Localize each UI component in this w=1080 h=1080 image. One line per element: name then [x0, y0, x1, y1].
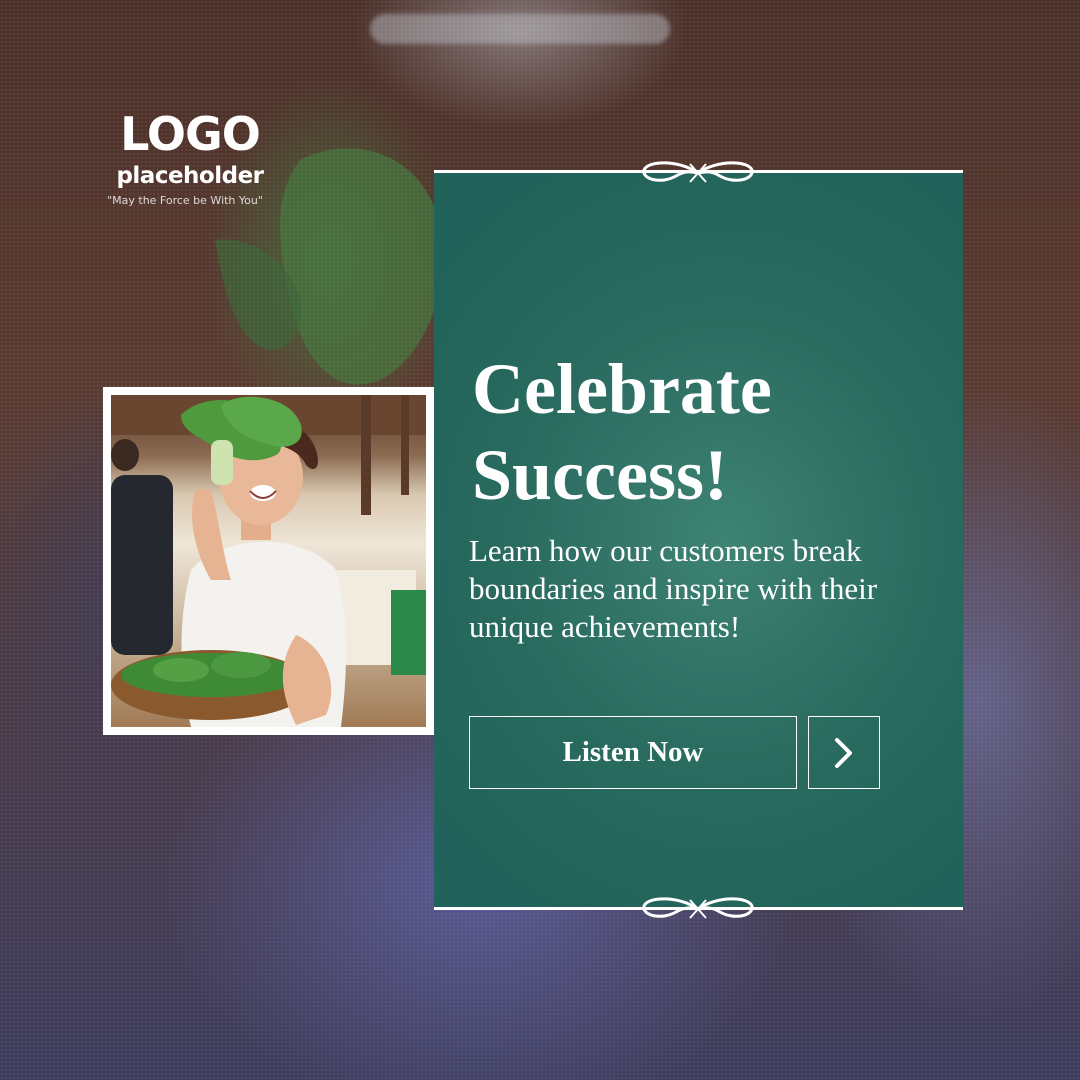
headline-line-2: Success!: [472, 435, 728, 515]
logo-tagline: "May the Force be With You": [107, 194, 263, 207]
ornament-flourish-icon: [642, 161, 754, 183]
headline-line-1: Celebrate: [472, 349, 772, 429]
headline: Celebrate Success!: [472, 346, 892, 518]
market-photo: [111, 395, 426, 727]
ornament-flourish-icon: [642, 897, 754, 919]
body-text: Learn how our customers break boundaries…: [469, 533, 878, 644]
brand-logo: LOGO placeholder "May the Force be With …: [107, 107, 270, 207]
photo-frame: [103, 387, 434, 735]
logo-sub-text: placeholder: [116, 163, 264, 189]
logo-main-text: LOGO: [120, 107, 261, 161]
chevron-right-icon: [835, 737, 852, 768]
next-arrow-button[interactable]: [808, 716, 880, 789]
background-light: [370, 14, 670, 44]
listen-now-button[interactable]: Listen Now: [469, 716, 797, 789]
woman-holding-bok-choy-icon: [111, 395, 426, 727]
